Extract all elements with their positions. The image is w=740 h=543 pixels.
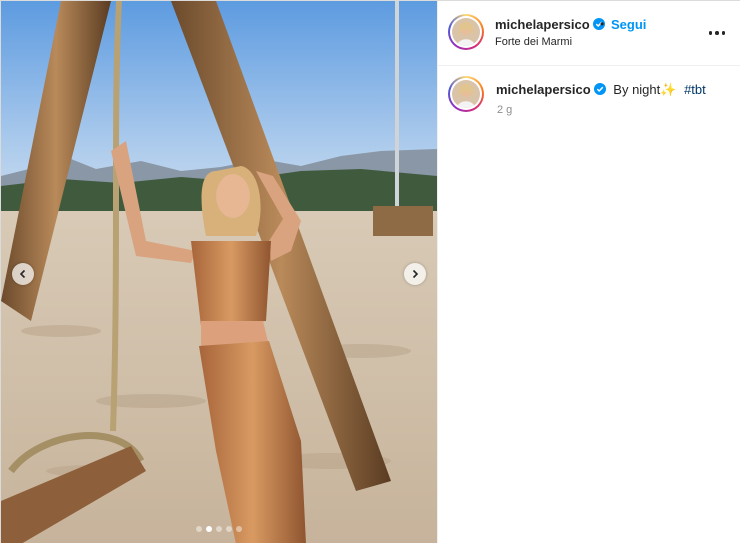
carousel-dot xyxy=(216,526,222,532)
hashtag-link[interactable]: #tbt xyxy=(684,82,706,97)
carousel-dot-active xyxy=(206,526,212,532)
carousel-dot xyxy=(196,526,202,532)
caption-username-link[interactable]: michelapersico xyxy=(496,82,606,97)
instagram-post: michelapersico • Segui Forte dei Marmi m… xyxy=(0,0,740,543)
chevron-left-icon xyxy=(19,269,26,279)
caption-text: By night xyxy=(613,82,661,97)
post-media[interactable] xyxy=(1,1,437,543)
story-ring[interactable] xyxy=(448,14,484,50)
avatar xyxy=(452,18,480,46)
chevron-right-icon xyxy=(412,269,419,279)
verified-badge-icon xyxy=(593,83,606,95)
caption-story-ring[interactable] xyxy=(448,76,484,112)
post-header: michelapersico • Segui Forte dei Marmi xyxy=(438,1,740,66)
more-options-icon[interactable] xyxy=(706,23,728,43)
next-image-button[interactable] xyxy=(404,263,426,285)
username-link[interactable]: michelapersico xyxy=(495,17,605,32)
follow-button[interactable]: Segui xyxy=(611,17,646,32)
post-side-panel: michelapersico • Segui Forte dei Marmi m… xyxy=(437,1,740,543)
location-link[interactable]: Forte dei Marmi xyxy=(495,36,572,48)
post-time[interactable]: 2 g xyxy=(497,104,512,116)
caption-avatar xyxy=(452,80,480,108)
separator-dot: • xyxy=(600,17,605,31)
sparkles-emoji: ✨ xyxy=(660,82,677,97)
carousel-dot xyxy=(236,526,242,532)
caption: michelapersico By night✨ #tbt xyxy=(496,82,706,98)
carousel-dot xyxy=(226,526,232,532)
username-text: michelapersico xyxy=(495,17,590,32)
previous-image-button[interactable] xyxy=(12,263,34,285)
post-photo xyxy=(1,1,437,543)
carousel-indicator xyxy=(1,526,437,532)
